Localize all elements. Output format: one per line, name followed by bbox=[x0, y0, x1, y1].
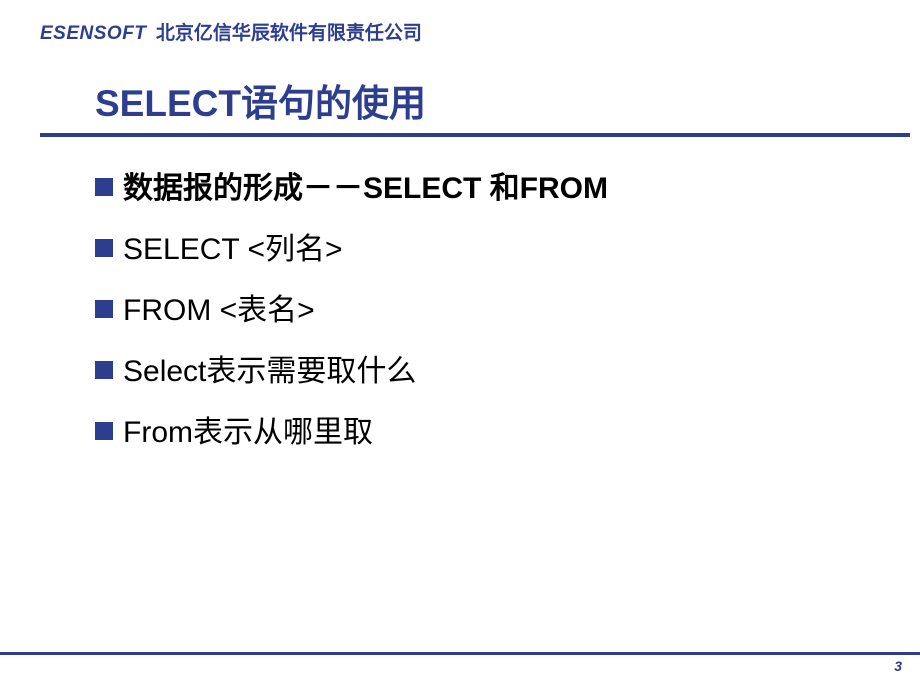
page-number: 3 bbox=[894, 658, 902, 674]
bullet-marker-icon bbox=[95, 178, 113, 196]
slide-title: SELECT语句的使用 bbox=[95, 73, 920, 127]
bullet-item: 数据报的形成－－SELECT 和FROM bbox=[95, 169, 920, 208]
slide-content: 数据报的形成－－SELECT 和FROM SELECT <列名> FROM <表… bbox=[0, 137, 920, 452]
company-name: 北京亿信华辰软件有限责任公司 bbox=[156, 23, 422, 44]
slide-footer: 3 bbox=[0, 652, 920, 680]
bullet-item: From表示从哪里取 bbox=[95, 413, 920, 452]
bullet-marker-icon bbox=[95, 239, 113, 257]
slide-header: ESENSOFT 北京亿信华辰软件有限责任公司 bbox=[0, 0, 920, 45]
bullet-item: Select表示需要取什么 bbox=[95, 352, 920, 391]
company-logo: ESENSOFT bbox=[40, 23, 146, 44]
title-section: SELECT语句的使用 bbox=[0, 73, 920, 137]
bullet-text: SELECT <列名> bbox=[123, 230, 343, 269]
bullet-text: FROM <表名> bbox=[123, 291, 315, 330]
bullet-item: FROM <表名> bbox=[95, 291, 920, 330]
bullet-text: From表示从哪里取 bbox=[123, 413, 373, 452]
bullet-text: 数据报的形成－－SELECT 和FROM bbox=[123, 169, 608, 208]
bullet-marker-icon bbox=[95, 361, 113, 379]
bullet-marker-icon bbox=[95, 300, 113, 318]
bullet-text: Select表示需要取什么 bbox=[123, 352, 416, 391]
footer-line bbox=[0, 652, 920, 655]
bullet-marker-icon bbox=[95, 422, 113, 440]
bullet-item: SELECT <列名> bbox=[95, 230, 920, 269]
